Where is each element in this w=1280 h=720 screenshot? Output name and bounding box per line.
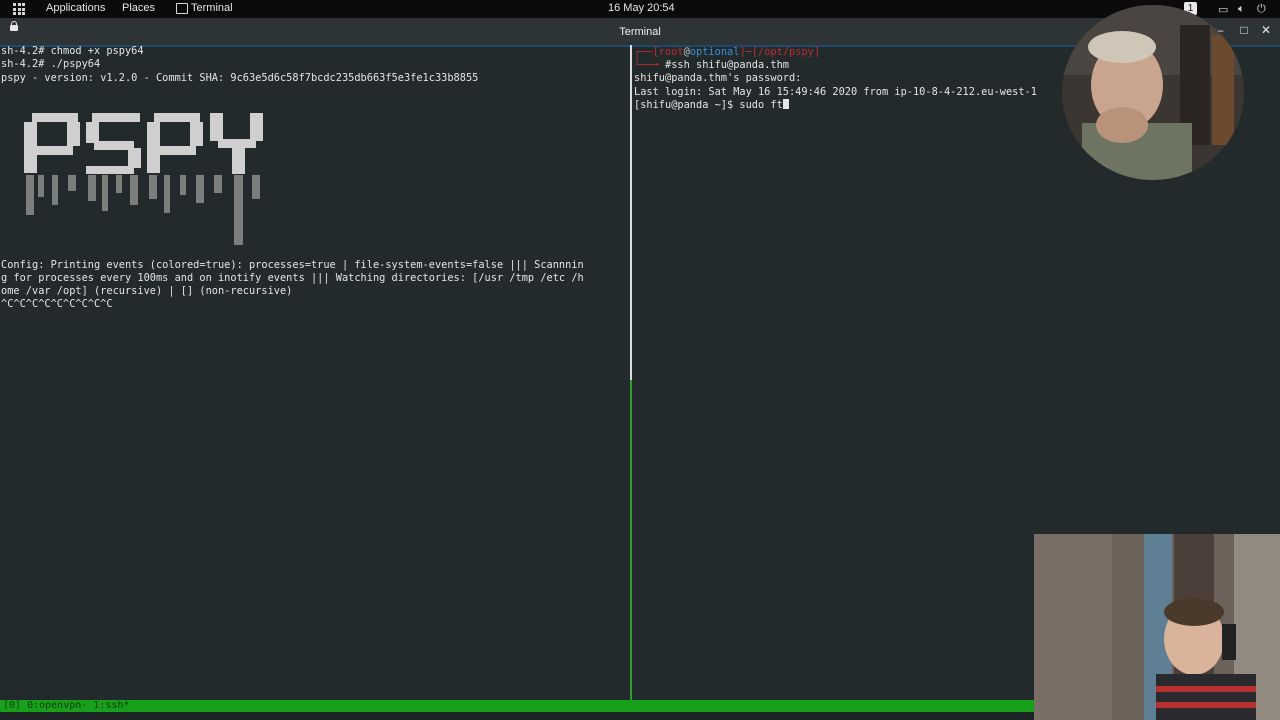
tmux-window-list[interactable]: [0] 0:openvpn- 1:ssh* xyxy=(3,700,129,712)
left-line-1: sh-4.2# chmod +x pspy64 xyxy=(1,45,144,57)
prompt-user: root xyxy=(658,46,684,58)
interrupt-line: ^C^C^C^C^C^C^C^C^C xyxy=(1,298,113,310)
volume-icon[interactable]: 🔈︎ xyxy=(1238,3,1245,16)
terminal-icon xyxy=(176,3,188,14)
active-app-menu[interactable]: Terminal xyxy=(191,2,233,14)
apps-grid-icon[interactable] xyxy=(13,3,25,15)
clock[interactable]: 16 May 20:54 xyxy=(608,2,675,14)
config-line-1: Config: Printing events (colored=true): … xyxy=(1,259,584,271)
maximize-button[interactable]: □ xyxy=(1237,23,1251,37)
config-line-3: ome /var /opt] (recursive) | [] (non-rec… xyxy=(1,285,293,297)
left-line-3: pspy - version: v1.2.0 - Commit SHA: 9c6… xyxy=(1,72,479,84)
command-line: └──╼ #ssh shifu@panda.thm xyxy=(634,59,789,71)
current-prompt-line[interactable]: [shifu@panda ~]$ sudo ft xyxy=(634,99,789,112)
top-panel: Applications Places Terminal 16 May 20:5… xyxy=(0,0,1280,18)
pane-divider-active[interactable] xyxy=(630,380,632,700)
current-prompt: [shifu@panda ~]$ sudo ft xyxy=(634,99,783,111)
password-line: shifu@panda.thm's password: xyxy=(634,72,802,84)
applications-menu[interactable]: Applications xyxy=(46,2,105,14)
pspy-ascii-banner xyxy=(24,113,263,245)
power-icon[interactable]: ⏻ xyxy=(1257,3,1266,16)
ssh-command: #ssh shifu@panda.thm xyxy=(665,59,789,71)
pane-divider[interactable] xyxy=(630,45,632,380)
text-cursor xyxy=(782,99,789,109)
left-line-2: sh-4.2# ./pspy64 xyxy=(1,58,101,70)
webcam-image-top xyxy=(1062,5,1244,180)
webcam-overlay-bottom xyxy=(1034,534,1280,720)
prompt-host: optional xyxy=(689,46,740,58)
config-line-2: g for processes every 100ms and on inoti… xyxy=(1,272,584,284)
screen-icon[interactable]: ▭ xyxy=(1218,3,1228,16)
places-menu[interactable]: Places xyxy=(122,2,155,14)
close-button[interactable]: ✕ xyxy=(1259,23,1273,37)
webcam-image-bottom xyxy=(1034,534,1280,720)
prompt-line: ┌──[root@optional]─[/opt/pspy] xyxy=(634,46,821,58)
prompt-path: /opt/pspy xyxy=(758,46,814,58)
last-login-line: Last login: Sat May 16 15:49:46 2020 fro… xyxy=(634,86,1037,98)
webcam-overlay-top xyxy=(1062,5,1244,180)
